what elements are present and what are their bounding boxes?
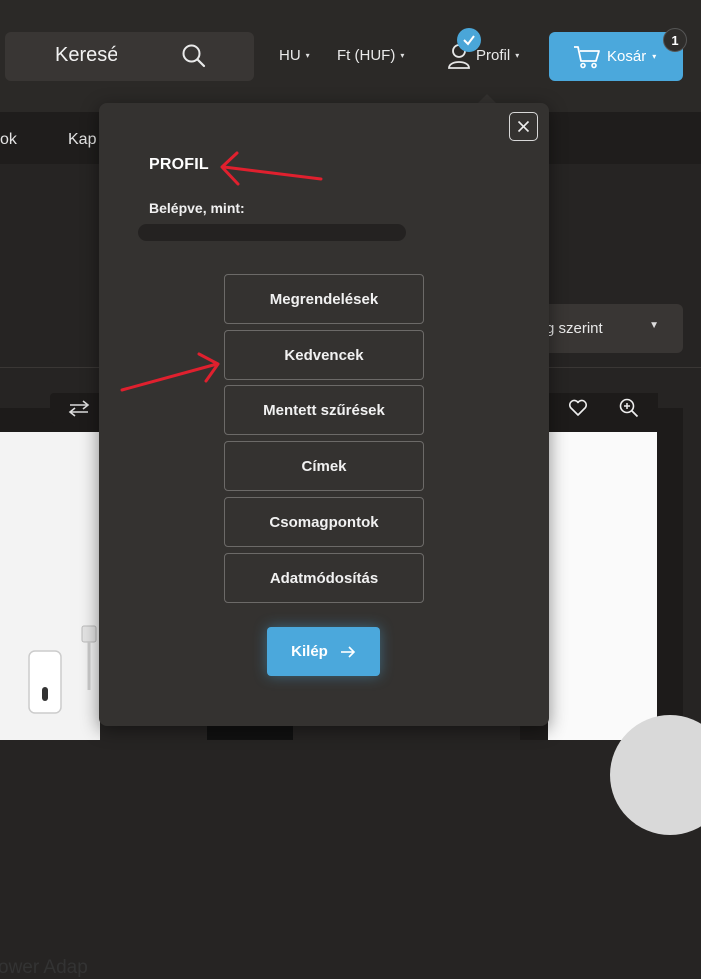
annotation-arrow-kedvencek (120, 352, 220, 392)
annotation-layer (120, 151, 323, 392)
product-image-text: ower Adap (0, 957, 88, 978)
annotation-arrow-profil (220, 151, 323, 186)
